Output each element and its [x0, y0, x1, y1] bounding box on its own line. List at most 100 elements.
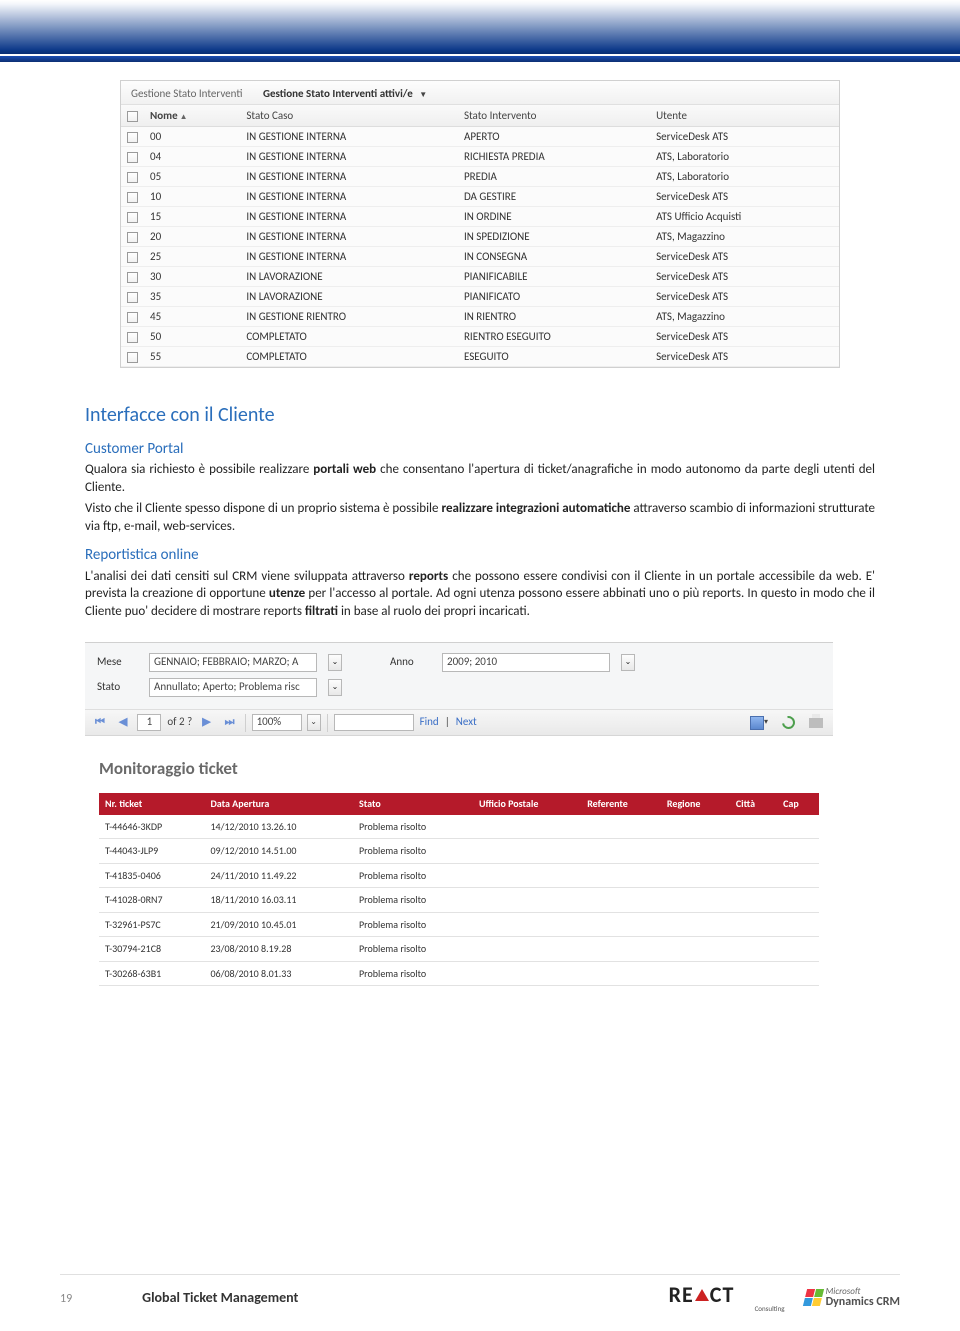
section-heading: Interfacce con il Cliente	[85, 402, 875, 429]
dropdown-icon[interactable]: ⌄	[307, 714, 321, 731]
refresh-button[interactable]	[778, 714, 799, 732]
crm-view-header: Gestione Stato Interventi Gestione Stato…	[121, 81, 839, 105]
body-content: Interfacce con il Cliente Customer Porta…	[85, 402, 875, 986]
table-row[interactable]: T-44646-3KDP14/12/2010 13.26.10Problema …	[99, 815, 819, 839]
table-row[interactable]: T-41835-040624/11/2010 11.49.22Problema …	[99, 863, 819, 888]
next-page-button[interactable]: ▶	[198, 714, 214, 732]
report-toolbar: ⏮ ◀ 1 of 2 ? ▶ ⏭ 100% ⌄ Find | Next ▾	[85, 710, 833, 736]
report-col[interactable]: Nr. ticket	[99, 793, 204, 815]
table-row[interactable]: 35IN LAVORAZIONEPIANIFICATOServiceDesk A…	[121, 287, 839, 307]
crm-grid-panel: Gestione Stato Interventi Gestione Stato…	[120, 80, 840, 368]
param-anno-field[interactable]: 2009; 2010	[442, 653, 610, 672]
view-picker-label: Gestione Stato Interventi	[131, 87, 242, 100]
checkbox-icon[interactable]	[127, 111, 138, 122]
separator	[245, 714, 246, 732]
report-params: Mese GENNAIO; FEBBRAIO; MARZO; A ⌄ Anno …	[85, 643, 833, 710]
page-number-input[interactable]: 1	[137, 714, 161, 731]
checkbox-icon[interactable]	[127, 312, 138, 323]
report-col[interactable]: Referente	[581, 793, 661, 815]
separator	[327, 714, 328, 732]
save-icon	[750, 716, 764, 730]
report-col[interactable]: Cap	[777, 793, 819, 815]
checkbox-icon[interactable]	[127, 332, 138, 343]
subheading-reportistica: Reportistica online	[85, 545, 875, 565]
zoom-select[interactable]: 100%	[252, 714, 302, 731]
param-stato-field[interactable]: Annullato; Aperto; Problema risc	[149, 678, 317, 697]
table-row[interactable]: 15IN GESTIONE INTERNAIN ORDINEATS Uffici…	[121, 207, 839, 227]
footer-divider	[60, 1274, 900, 1275]
table-row[interactable]: 00IN GESTIONE INTERNAAPERTOServiceDesk A…	[121, 127, 839, 147]
sort-asc-icon: ▲	[180, 112, 188, 122]
col-stato-intervento[interactable]: Stato Intervento	[458, 105, 650, 127]
dropdown-icon[interactable]: ⌄	[328, 679, 342, 696]
checkbox-icon[interactable]	[127, 192, 138, 203]
prev-page-button[interactable]: ◀	[115, 714, 131, 732]
find-button[interactable]: Find	[420, 715, 439, 730]
checkbox-icon[interactable]	[127, 292, 138, 303]
react-logo: RECT Consulting	[669, 1281, 785, 1313]
print-button[interactable]	[805, 714, 827, 732]
table-row[interactable]: 25IN GESTIONE INTERNAIN CONSEGNAServiceD…	[121, 247, 839, 267]
checkbox-icon[interactable]	[127, 352, 138, 363]
checkbox-icon[interactable]	[127, 212, 138, 223]
dropdown-icon[interactable]: ⌄	[621, 654, 635, 671]
page-of-label: of 2 ?	[167, 715, 192, 730]
first-page-button[interactable]: ⏮	[91, 714, 109, 732]
header-band	[0, 0, 960, 54]
report-col[interactable]: Data Apertura	[204, 793, 353, 815]
paragraph: L'analisi dei dati censiti sul CRM viene…	[85, 568, 875, 621]
col-stato-caso[interactable]: Stato Caso	[240, 105, 458, 127]
header-band-thin	[0, 56, 960, 62]
chevron-down-icon: ▾	[764, 717, 768, 728]
paragraph: Qualora sia richiesto è possibile realiz…	[85, 461, 875, 496]
table-row[interactable]: T-44043-JLP909/12/2010 14.51.00Problema …	[99, 839, 819, 864]
crm-data-grid: Nome▲ Stato Caso Stato Intervento Utente…	[121, 105, 839, 367]
checkbox-icon[interactable]	[127, 132, 138, 143]
param-mese-field[interactable]: GENNAIO; FEBBRAIO; MARZO; A	[149, 653, 317, 672]
page-number: 19	[60, 1292, 72, 1306]
table-row[interactable]: 10IN GESTIONE INTERNADA GESTIREServiceDe…	[121, 187, 839, 207]
view-picker-value[interactable]: Gestione Stato Interventi attivi/e	[263, 87, 413, 100]
print-icon	[809, 718, 823, 728]
page-footer: 19 Global Ticket Management RECT Consult…	[0, 1274, 960, 1313]
chevron-down-icon[interactable]: ▼	[419, 90, 427, 100]
col-nome[interactable]: Nome▲	[144, 105, 240, 127]
table-row[interactable]: T-30268-63B106/08/2010 8.01.33Problema r…	[99, 961, 819, 986]
find-next-button[interactable]: Next	[456, 715, 477, 730]
select-all-col[interactable]	[121, 105, 144, 127]
table-row[interactable]: 45IN GESTIONE RIENTROIN RIENTROATS, Maga…	[121, 307, 839, 327]
footer-logos: RECT Consulting Microsoft Dynamics CRM	[669, 1281, 900, 1313]
checkbox-icon[interactable]	[127, 252, 138, 263]
triangle-icon	[695, 1289, 709, 1301]
last-page-button[interactable]: ⏭	[221, 714, 239, 732]
ms-flag-icon	[802, 1289, 823, 1306]
col-utente[interactable]: Utente	[650, 105, 839, 127]
report-viewer: Mese GENNAIO; FEBBRAIO; MARZO; A ⌄ Anno …	[85, 642, 833, 986]
table-row[interactable]: 50COMPLETATORIENTRO ESEGUITOServiceDesk …	[121, 327, 839, 347]
table-row[interactable]: 04IN GESTIONE INTERNARICHIESTA PREDIAATS…	[121, 147, 839, 167]
subheading-customer-portal: Customer Portal	[85, 439, 875, 459]
table-row[interactable]: 55COMPLETATOESEGUITOServiceDesk ATS	[121, 347, 839, 367]
doc-title: Global Ticket Management	[142, 1289, 298, 1306]
refresh-icon	[779, 714, 797, 732]
checkbox-icon[interactable]	[127, 152, 138, 163]
dropdown-icon[interactable]: ⌄	[328, 654, 342, 671]
export-button[interactable]: ▾	[746, 714, 772, 732]
find-input[interactable]	[334, 714, 414, 731]
table-row[interactable]: T-32961-PS7C21/09/2010 10.45.01Problema …	[99, 912, 819, 937]
param-anno-label: Anno	[390, 655, 430, 670]
table-row[interactable]: 30IN LAVORAZIONEPIANIFICABILEServiceDesk…	[121, 267, 839, 287]
report-col[interactable]: Città	[730, 793, 777, 815]
report-col[interactable]: Ufficio Postale	[473, 793, 581, 815]
report-table: Nr. ticketData AperturaStatoUfficio Post…	[99, 793, 819, 986]
table-row[interactable]: 05IN GESTIONE INTERNAPREDIAATS, Laborato…	[121, 167, 839, 187]
table-row[interactable]: 20IN GESTIONE INTERNAIN SPEDIZIONEATS, M…	[121, 227, 839, 247]
report-col[interactable]: Regione	[661, 793, 730, 815]
report-col[interactable]: Stato	[353, 793, 473, 815]
table-row[interactable]: T-41028-0RN718/11/2010 16.03.11Problema …	[99, 888, 819, 913]
ms-dynamics-logo: Microsoft Dynamics CRM	[805, 1287, 900, 1308]
table-row[interactable]: T-30794-21C823/08/2010 8.19.28Problema r…	[99, 937, 819, 962]
checkbox-icon[interactable]	[127, 272, 138, 283]
checkbox-icon[interactable]	[127, 172, 138, 183]
checkbox-icon[interactable]	[127, 232, 138, 243]
